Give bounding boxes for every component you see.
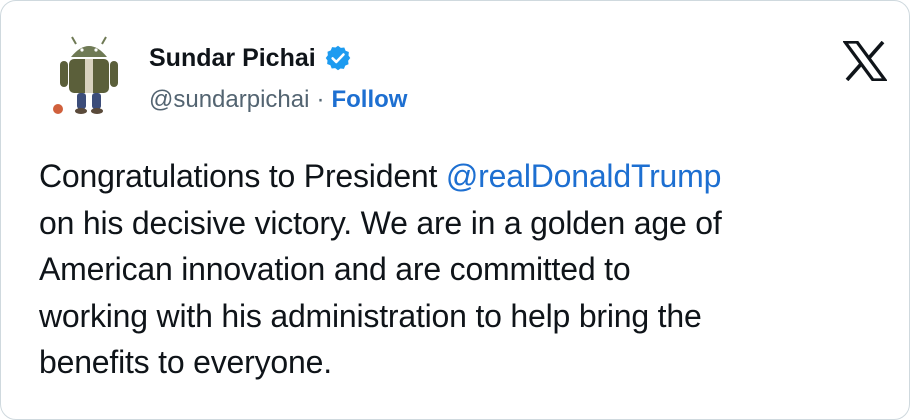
tweet-text: Congratulations to President @realDonald… — [39, 153, 899, 386]
tweet-line-5: benefits to everyone. — [39, 344, 332, 380]
author-handle-row: @sundarpichai · Follow — [149, 85, 407, 115]
tweet-line-3: American innovation and are committed to — [39, 251, 631, 287]
author-name-row: Sundar Pichai — [149, 41, 352, 75]
verified-badge-icon — [324, 44, 352, 72]
separator-dot: · — [316, 86, 325, 113]
author-handle[interactable]: @sundarpichai — [149, 86, 309, 114]
tweet-line-1-text: Congratulations to President — [39, 158, 446, 194]
tweet-line-2: on his decisive victory. We are in a gol… — [39, 204, 722, 241]
follow-button[interactable]: Follow — [331, 86, 407, 114]
tweet-line-1: Congratulations to President @realDonald… — [39, 153, 899, 200]
author-display-name[interactable]: Sundar Pichai — [149, 44, 316, 73]
android-figure-avatar-icon — [53, 36, 118, 114]
tweet-embed-card: Sundar Pichai @sundarpichai · Follow Con… — [0, 0, 910, 420]
mention-link[interactable]: @realDonaldTrump — [446, 158, 722, 194]
avatar[interactable] — [45, 31, 133, 119]
x-logo-icon[interactable] — [841, 40, 889, 82]
tweet-line-4: working with his administration to help … — [39, 297, 702, 334]
